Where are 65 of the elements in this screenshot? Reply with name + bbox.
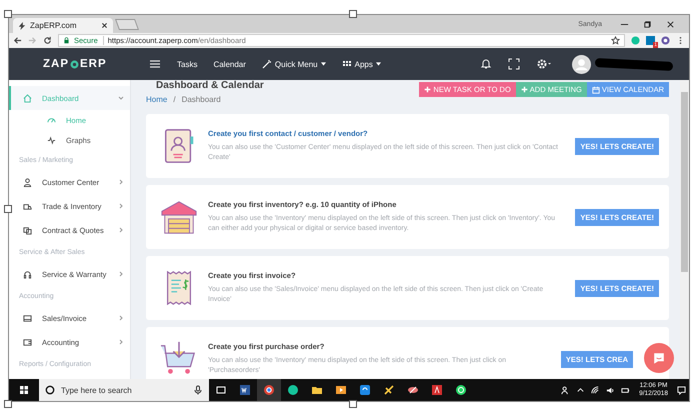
plus-icon [424, 86, 432, 93]
lock-icon [63, 37, 70, 44]
microphone-icon[interactable] [193, 385, 203, 395]
calendar-icon [592, 86, 600, 94]
chevron-right-icon [118, 227, 124, 233]
chevron-up-icon[interactable] [576, 386, 586, 394]
chevron-right-icon [118, 315, 124, 321]
truck-icon [23, 202, 32, 210]
wand-icon [262, 59, 272, 69]
chevron-down-icon [118, 95, 124, 101]
battery-icon[interactable] [621, 386, 630, 394]
grid-icon [342, 59, 352, 69]
notification-icon[interactable] [677, 386, 686, 394]
breadcrumb-separator: / [173, 95, 176, 104]
back-arrow-icon[interactable] [13, 36, 22, 45]
taskbar-search-field[interactable]: Type here to search [39, 379, 209, 401]
chevron-right-icon [118, 271, 124, 277]
resize-handle[interactable] [4, 205, 12, 213]
nav-link[interactable]: Apps [342, 59, 381, 69]
headset-icon [23, 270, 32, 278]
search-icon [45, 385, 55, 395]
bell-icon[interactable] [480, 58, 492, 70]
people-icon[interactable] [561, 386, 570, 394]
documents-icon [23, 226, 32, 234]
star-icon[interactable] [611, 36, 620, 45]
resize-handle[interactable] [349, 10, 357, 18]
pulse-icon [47, 136, 56, 144]
resize-handle[interactable] [4, 10, 12, 18]
browser-app-icon[interactable] [257, 379, 281, 401]
wifi-icon[interactable] [591, 386, 600, 394]
tab-title: ZapERP.com [30, 21, 77, 30]
settings-icon[interactable] [536, 58, 552, 70]
breadcrumb-current: Dashboard [182, 95, 221, 104]
bolt-icon [18, 22, 26, 30]
wallet-icon [23, 338, 32, 346]
house-icon [23, 94, 32, 102]
resize-handle[interactable] [4, 400, 12, 408]
nav-link[interactable]: Calendar [213, 60, 246, 68]
close-icon[interactable] [101, 22, 108, 29]
nav-link[interactable]: Quick Menu [262, 59, 326, 69]
fullscreen-icon[interactable] [508, 58, 520, 70]
nav-link[interactable]: Tasks [177, 60, 198, 68]
breadcrumb-link[interactable]: Home [146, 95, 168, 104]
chevron-right-icon [118, 203, 124, 209]
browser-tab[interactable]: ZapERP.com [13, 18, 113, 33]
page-title: Dashboard & Calendar [155, 80, 264, 91]
card-icon [23, 314, 32, 322]
gauge-icon [47, 116, 56, 124]
chevron-right-icon [118, 179, 124, 185]
caret-icon [376, 62, 381, 66]
user-icon [23, 178, 32, 186]
scrollbar[interactable] [680, 80, 689, 379]
reload-icon[interactable] [43, 36, 52, 45]
caret-icon [320, 62, 326, 66]
logo[interactable]: ZAP ERP [43, 58, 119, 70]
avatar-icon[interactable] [572, 54, 591, 74]
menu-icon[interactable] [149, 58, 161, 70]
chevron-right-icon [118, 339, 124, 345]
resize-handle[interactable] [349, 400, 357, 408]
chat-icon [651, 350, 667, 366]
plus-icon [520, 86, 528, 93]
restore-icon[interactable] [643, 20, 652, 28]
speaker-icon[interactable] [606, 386, 616, 394]
extension-icon[interactable] [661, 36, 670, 45]
close-icon[interactable] [666, 20, 675, 28]
